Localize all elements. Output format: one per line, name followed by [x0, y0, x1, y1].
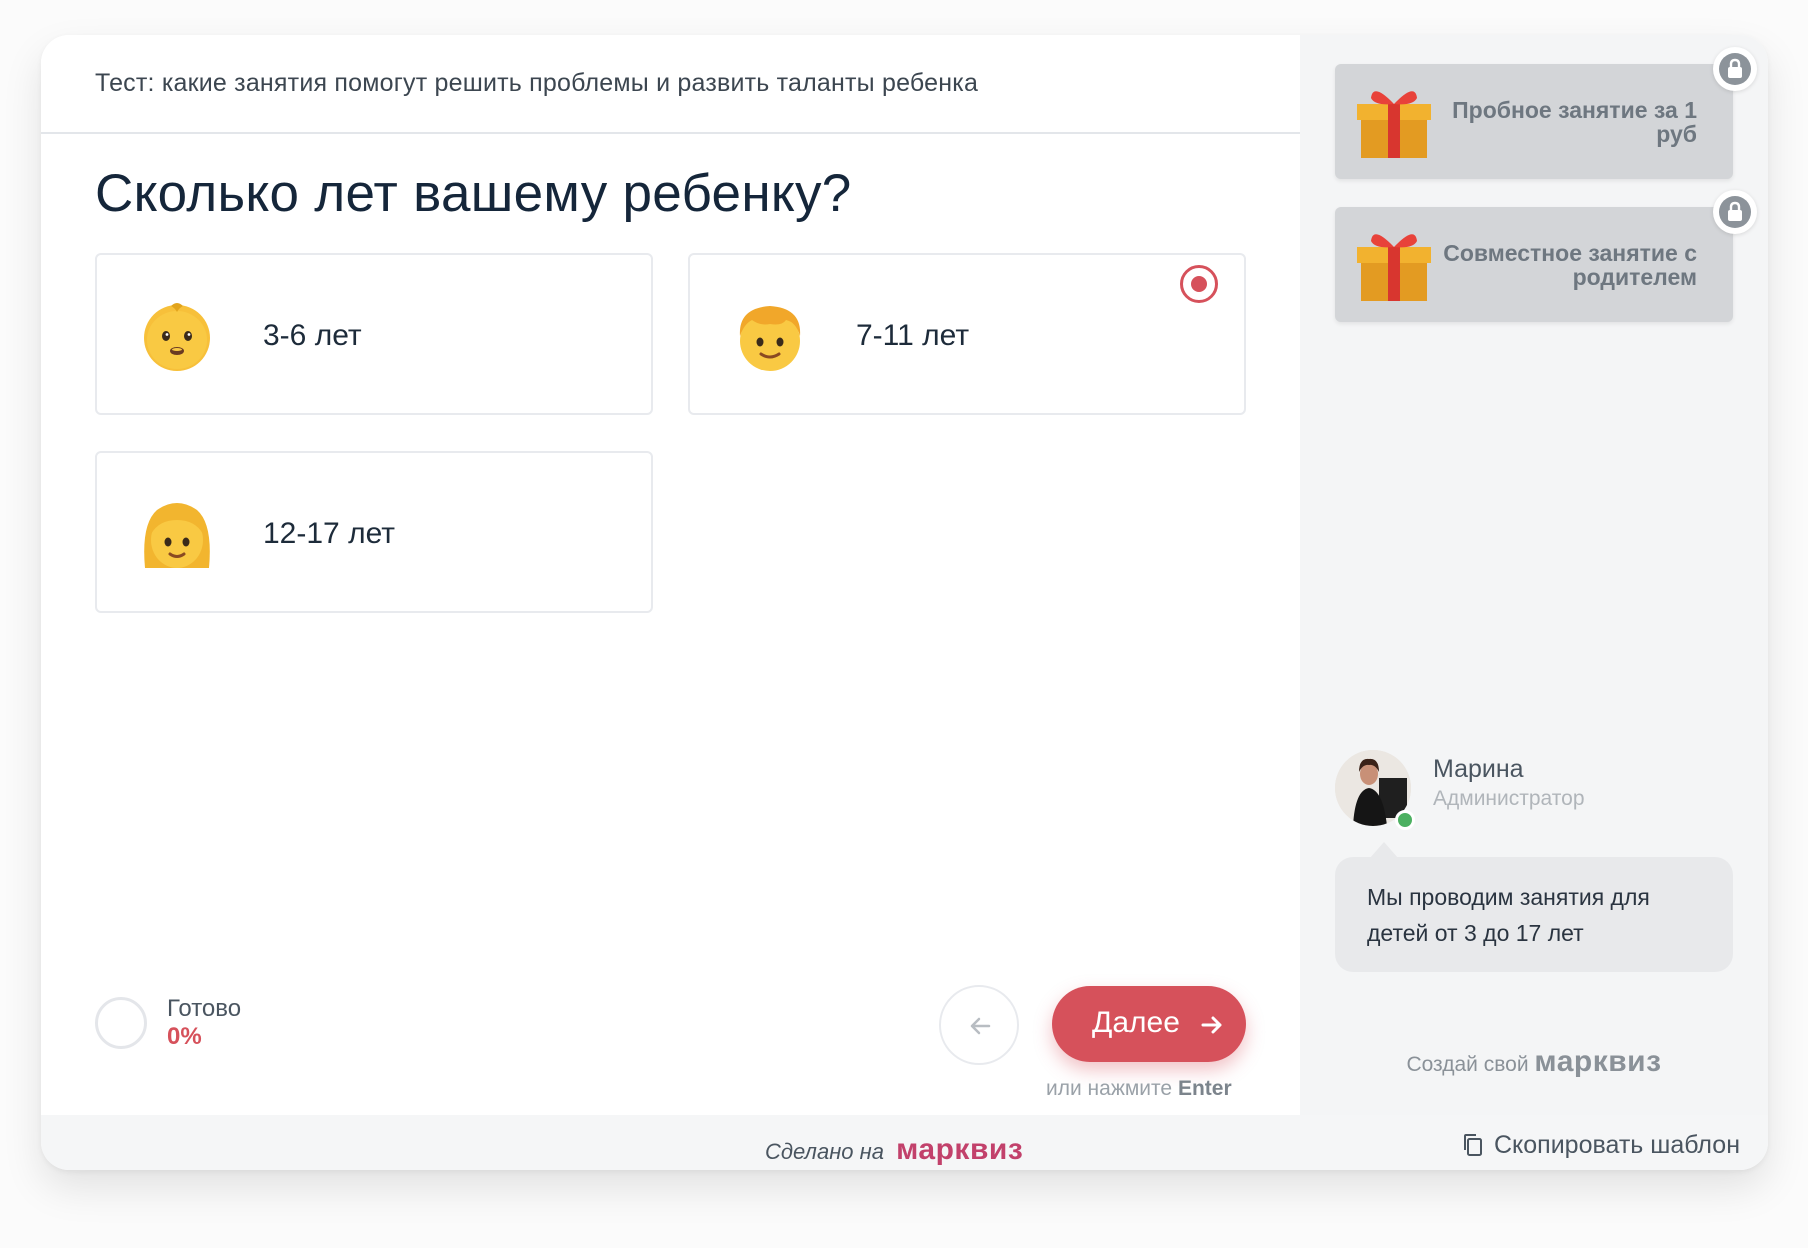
progress-label: Готово [167, 995, 242, 1022]
bubble-tail [1370, 842, 1398, 858]
bonus-text: Совместное занятие с родителем [1443, 239, 1697, 290]
question-title: Сколько лет вашему ребенку? [95, 164, 852, 223]
marquiz-logo: марквиз [896, 1133, 1024, 1166]
sidebar: Пробное занятие за 1 руб Совместное заня… [1300, 35, 1768, 1115]
next-button-label: Далее [1092, 1006, 1180, 1039]
gift-icon [1357, 91, 1431, 158]
back-button[interactable] [939, 985, 1019, 1065]
quiz-window: Тест: какие занятия помогут решить пробл… [41, 35, 1768, 1170]
answer-option-7-11[interactable]: 7-11 лет [688, 253, 1246, 415]
copy-template-label: Скопировать шаблон [1494, 1131, 1740, 1159]
made-on-text: Сделано на [765, 1139, 884, 1164]
lock-icon [1713, 190, 1757, 234]
baby-emoji-icon [144, 303, 210, 371]
lock-icon [1713, 47, 1757, 91]
progress-value: 0% [167, 1023, 202, 1050]
bonus-card-trial: Пробное занятие за 1 руб [1335, 64, 1733, 179]
create-own-link[interactable]: Создай свой марквиз [1300, 1045, 1768, 1079]
bonus-text: Пробное занятие за 1 руб [1452, 96, 1697, 147]
marquiz-logo: марквиз [1534, 1045, 1662, 1078]
agent-name: Марина [1433, 755, 1524, 783]
answer-option-12-17[interactable]: 12-17 лет [95, 451, 653, 613]
divider [41, 132, 1300, 134]
copy-template-button[interactable]: Скопировать шаблон [1462, 1131, 1740, 1160]
footer: Сделано на марквиз Скопировать шаблон [41, 1115, 1768, 1170]
online-status-dot [1395, 810, 1415, 830]
made-on-link[interactable]: Сделано на марквиз [765, 1133, 1023, 1167]
bonus-card-joint: Совместное занятие с родителем [1335, 207, 1733, 322]
agent-role: Администратор [1433, 787, 1585, 810]
next-button[interactable]: Далее [1052, 986, 1246, 1062]
agent-message: Мы проводим занятия для детей от 3 до 17… [1335, 857, 1733, 972]
option-label: 7-11 лет [856, 319, 970, 352]
girl-emoji-icon [144, 503, 210, 568]
answer-option-3-6[interactable]: 3-6 лет [95, 253, 653, 415]
quiz-title: Тест: какие занятия помогут решить пробл… [95, 69, 979, 97]
create-own-prefix: Создай свой [1406, 1053, 1529, 1076]
enter-hint-prefix: или нажмите [1046, 1077, 1173, 1100]
boy-emoji-icon [739, 306, 801, 371]
option-label: 3-6 лет [263, 319, 362, 352]
option-label: 12-17 лет [263, 517, 395, 550]
enter-hint: или нажмите Enter [1046, 1077, 1232, 1101]
quiz-main-panel: Тест: какие занятия помогут решить пробл… [41, 35, 1300, 1115]
enter-hint-key: Enter [1177, 1077, 1232, 1100]
selected-radio-icon [1180, 265, 1218, 303]
progress-ring [95, 997, 147, 1049]
gift-icon [1357, 234, 1431, 301]
arrow-left-icon [970, 1017, 991, 1035]
copy-icon [1464, 1134, 1482, 1156]
arrow-right-icon [1201, 1016, 1222, 1034]
